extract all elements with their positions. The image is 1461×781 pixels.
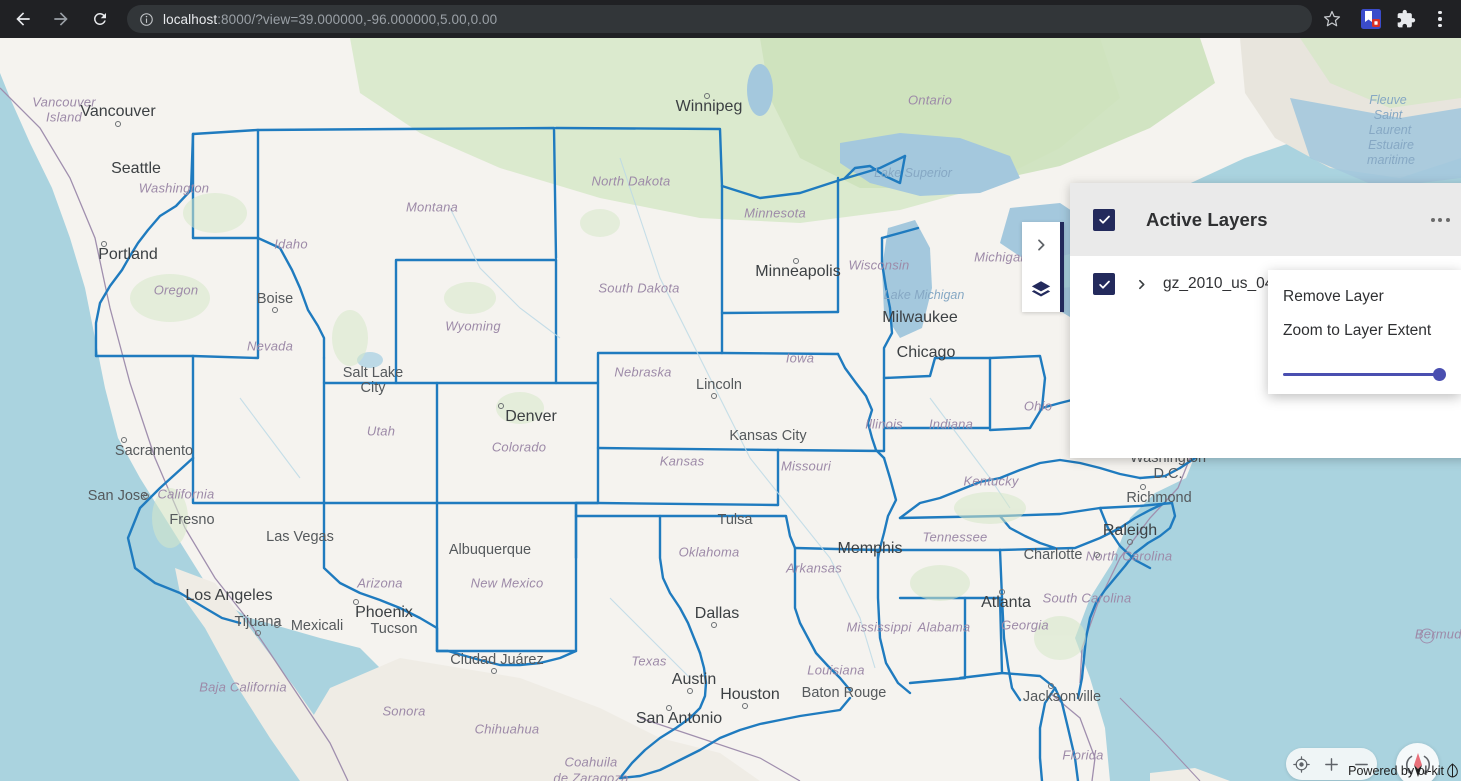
star-icon <box>1323 10 1341 27</box>
browser-toolbar: localhost:8000/?view=39.000000,-96.00000… <box>0 0 1461 38</box>
zoom-in-button[interactable] <box>1318 751 1344 777</box>
opacity-slider-thumb[interactable] <box>1433 368 1446 381</box>
bookmark-star-button[interactable] <box>1318 5 1346 33</box>
crosshair-icon <box>1292 755 1310 773</box>
reload-icon <box>93 12 106 25</box>
browser-back-button[interactable] <box>8 4 38 34</box>
browser-forward-button[interactable] <box>46 4 76 34</box>
arrow-right-icon <box>54 12 68 26</box>
ol-kit-logo-icon <box>1447 763 1458 778</box>
menu-dot <box>1438 17 1442 21</box>
layers-toggle-button[interactable] <box>1026 275 1056 305</box>
puzzle-icon <box>1397 9 1415 28</box>
url-text: localhost:8000/?view=39.000000,-96.00000… <box>163 12 497 27</box>
map-viewport[interactable]: Washington Oregon Idaho Montana Wyoming Nevad… <box>0 38 1461 781</box>
zoom-to-layer-extent-menu-item[interactable]: Zoom to Layer Extent <box>1268 314 1461 348</box>
check-icon <box>1098 280 1110 289</box>
extensions-button[interactable] <box>1394 7 1418 31</box>
page-title: Active Layers <box>1146 208 1268 230</box>
panel-overflow-menu-button[interactable] <box>1422 202 1458 238</box>
menu-dot <box>1438 23 1442 28</box>
layer-visibility-checkbox[interactable] <box>1093 273 1115 295</box>
check-icon <box>1098 215 1110 224</box>
geolocate-button[interactable] <box>1288 751 1314 777</box>
attribution-text: Powered by ol-kit <box>1348 763 1444 778</box>
layer-context-menu[interactable]: Remove Layer Zoom to Layer Extent <box>1268 270 1461 394</box>
layer-name-label: gz_2010_us_04 <box>1163 275 1274 292</box>
layer-opacity-slider[interactable] <box>1283 365 1446 383</box>
chrome-menu-button[interactable] <box>1427 6 1453 32</box>
overflow-dot <box>1445 217 1450 222</box>
menu-dot <box>1438 10 1442 15</box>
all-layers-checkbox[interactable] <box>1093 208 1115 231</box>
layer-expand-button[interactable] <box>1132 275 1150 293</box>
plus-icon <box>1325 757 1338 771</box>
url-host: localhost <box>163 11 218 27</box>
remove-layer-menu-item[interactable]: Remove Layer <box>1268 280 1461 314</box>
overflow-dot <box>1438 217 1442 222</box>
chevron-right-icon <box>1038 238 1045 251</box>
extension-icon[interactable] <box>1360 8 1382 30</box>
opacity-slider-track <box>1283 373 1436 376</box>
browser-reload-button[interactable] <box>85 4 115 34</box>
map-side-toolbar[interactable] <box>1022 222 1064 312</box>
site-info-icon[interactable] <box>139 12 154 27</box>
panel-expand-button[interactable] <box>1026 230 1056 260</box>
url-path: :8000/?view=39.000000,-96.000000,5.00,0.… <box>217 11 498 27</box>
address-bar[interactable]: localhost:8000/?view=39.000000,-96.00000… <box>127 5 1313 33</box>
map-attribution: Powered by ol-kit <box>1348 763 1459 778</box>
layers-icon <box>1031 280 1051 297</box>
chevron-right-icon <box>1138 279 1144 289</box>
active-layers-header: Active Layers <box>1070 183 1461 256</box>
overflow-dot <box>1430 217 1435 222</box>
arrow-left-icon <box>16 12 30 26</box>
